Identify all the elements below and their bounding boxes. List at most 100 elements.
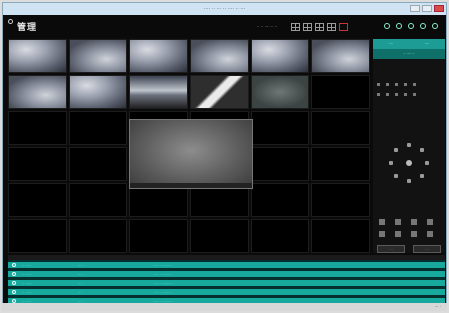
ptz-center-button[interactable] (406, 160, 412, 166)
app-logo: 管理 (17, 23, 38, 33)
layout-16-button[interactable] (327, 23, 336, 31)
event-type: ·· ·· (78, 272, 83, 276)
record-icon[interactable] (396, 23, 402, 29)
close-button[interactable] (434, 5, 444, 12)
video-cell[interactable] (129, 39, 188, 73)
window-title: ···· ·· ··· ·· ···· ·· ··· (203, 6, 246, 12)
event-row[interactable]: ·· ······· ·· ·· ···· ·· ·· ········ (8, 289, 445, 295)
panel-subheader: ·· ···· ·· (373, 49, 445, 59)
video-cell[interactable] (68, 183, 128, 217)
event-log: ·· ······· ·· ·· ···· ·· ·· ········ ·· ···… (8, 255, 445, 305)
device-tree-row[interactable] (377, 83, 416, 86)
iris-open-icon[interactable] (379, 231, 385, 237)
preset-button[interactable]: ····· (377, 245, 405, 253)
event-time: ···· ·· ·· ········ (154, 263, 173, 267)
status-corner-text: ··· · (434, 304, 441, 309)
ptz-up-right-button[interactable] (420, 148, 424, 152)
tree-node-icon[interactable] (386, 83, 389, 86)
wiper-icon[interactable] (427, 231, 433, 237)
ptz-up-left-button[interactable] (394, 148, 398, 152)
video-cell[interactable] (250, 75, 310, 109)
video-cell[interactable] (190, 39, 249, 73)
settings-icon[interactable] (384, 23, 390, 29)
status-bar: ··· · (2, 303, 447, 311)
video-cell[interactable] (8, 219, 67, 253)
video-cell[interactable] (129, 219, 188, 253)
app-window: ···· ·· ··· ·· ···· ·· ··· 管理 ·· ·· ····… (2, 2, 447, 311)
video-cell[interactable] (8, 147, 67, 181)
ptz-down-left-button[interactable] (394, 174, 398, 178)
user-icon[interactable] (432, 23, 438, 29)
layout-switcher (291, 23, 348, 31)
app-logo-icon (8, 19, 13, 24)
tree-node-icon[interactable] (377, 83, 380, 86)
video-cell[interactable] (8, 75, 67, 109)
video-cell[interactable] (8, 39, 67, 73)
event-device: ·· ······· (22, 263, 32, 267)
tree-node-icon[interactable] (413, 93, 416, 96)
layout-4-button[interactable] (303, 23, 312, 31)
video-cell[interactable] (190, 219, 249, 253)
video-cell[interactable] (250, 111, 310, 145)
video-cell[interactable] (8, 111, 67, 145)
video-cell[interactable] (311, 183, 370, 217)
tree-node-icon[interactable] (404, 83, 407, 86)
event-type-icon (12, 263, 16, 267)
panel-tab-ptz[interactable]: ···· (409, 39, 445, 49)
alarm-icon[interactable] (420, 23, 426, 29)
ptz-control-panel: ···· ···· ·· ···· ·· ····· ····· (373, 39, 445, 277)
video-cell[interactable] (68, 219, 128, 253)
preset-button[interactable]: ····· (413, 245, 441, 253)
ptz-left-button[interactable] (389, 161, 393, 165)
event-device: ·· ······· (22, 272, 32, 276)
zoom-out-icon[interactable] (395, 219, 401, 225)
video-cell[interactable] (129, 75, 188, 109)
layout-1-button[interactable] (291, 23, 300, 31)
video-cell[interactable] (311, 39, 370, 73)
iris-close-icon[interactable] (395, 231, 401, 237)
device-tree-row[interactable] (377, 93, 416, 96)
video-cell[interactable] (311, 147, 370, 181)
video-cell[interactable] (250, 183, 310, 217)
tree-node-icon[interactable] (413, 83, 416, 86)
event-row[interactable]: ·· ······· ·· ·· ···· ·· ·· ········ (8, 280, 445, 286)
light-icon[interactable] (411, 231, 417, 237)
video-cell[interactable] (311, 75, 370, 109)
video-cell[interactable] (68, 75, 128, 109)
event-type-icon (12, 281, 16, 285)
playback-icon[interactable] (408, 23, 414, 29)
ptz-down-button[interactable] (407, 179, 411, 183)
video-cell[interactable] (190, 75, 249, 109)
ptz-right-button[interactable] (425, 161, 429, 165)
tree-node-icon[interactable] (404, 93, 407, 96)
video-cell[interactable] (250, 219, 310, 253)
maximize-button[interactable] (422, 5, 432, 12)
video-cell[interactable] (250, 39, 310, 73)
focus-near-icon[interactable] (411, 219, 417, 225)
layout-36-button[interactable] (339, 23, 348, 31)
video-cell[interactable] (68, 111, 128, 145)
event-row[interactable]: ·· ······· ·· ·· ···· ·· ·· ········ (8, 262, 445, 268)
video-cell[interactable] (8, 183, 67, 217)
zoom-in-icon[interactable] (379, 219, 385, 225)
focus-far-icon[interactable] (427, 219, 433, 225)
video-cell[interactable] (68, 39, 128, 73)
tree-node-icon[interactable] (395, 93, 398, 96)
video-preview-popup[interactable] (129, 119, 253, 189)
minimize-button[interactable] (410, 5, 420, 12)
ptz-down-right-button[interactable] (420, 174, 424, 178)
tree-node-icon[interactable] (377, 93, 380, 96)
video-cell[interactable] (250, 147, 310, 181)
video-cell[interactable] (68, 147, 128, 181)
event-row[interactable]: ·· ······· ·· ·· ···· ·· ·· ········ (8, 271, 445, 277)
video-cell[interactable] (311, 111, 370, 145)
layout-9-button[interactable] (315, 23, 324, 31)
video-cell[interactable] (311, 219, 370, 253)
ptz-up-button[interactable] (407, 143, 411, 147)
ptz-function-buttons (379, 219, 437, 237)
preview-controls-bar[interactable] (130, 183, 252, 188)
panel-tab-devices[interactable]: ···· (373, 39, 409, 49)
tree-node-icon[interactable] (395, 83, 398, 86)
window-controls (410, 5, 444, 12)
tree-node-icon[interactable] (386, 93, 389, 96)
